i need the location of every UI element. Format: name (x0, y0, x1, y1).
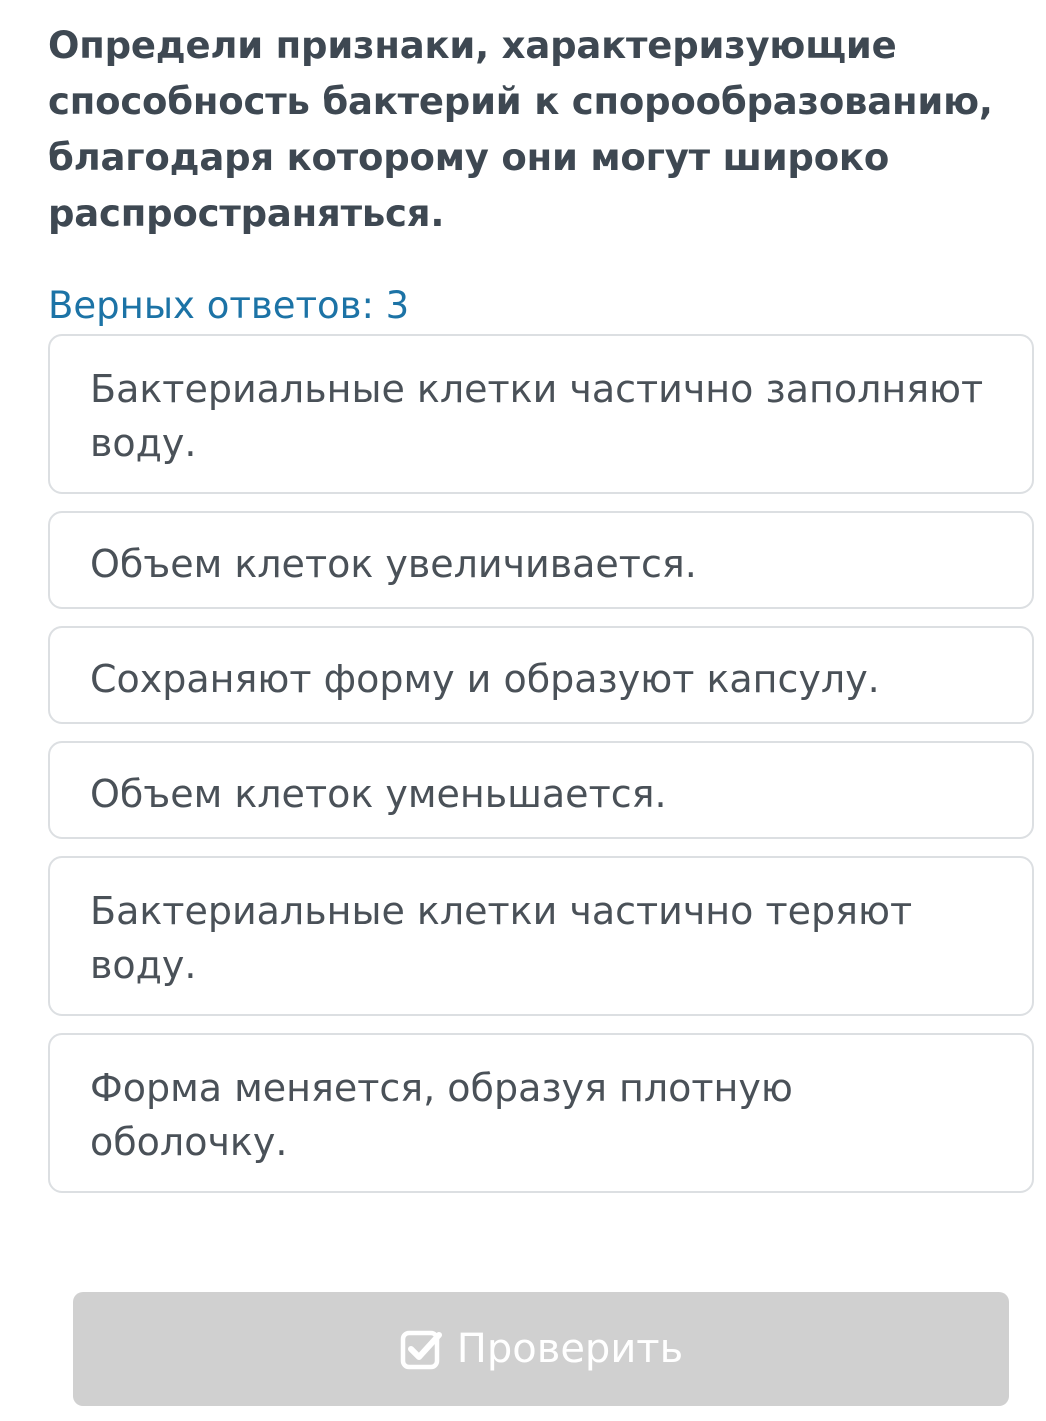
answer-options-list: Бактериальные клетки частично заполняют … (48, 334, 1034, 1193)
answer-option[interactable]: Бактериальные клетки частично теряют вод… (48, 856, 1034, 1016)
answer-option[interactable]: Объем клеток уменьшается. (48, 741, 1034, 839)
question-text: Определи признаки, характеризующие спосо… (48, 24, 993, 235)
check-button-label: Проверить (456, 1326, 684, 1372)
answer-option[interactable]: Объем клеток увеличивается. (48, 511, 1034, 609)
answer-option-label: Бактериальные клетки частично теряют вод… (90, 889, 913, 987)
answer-option-label: Объем клеток увеличивается. (90, 542, 697, 586)
check-button[interactable]: Проверить (73, 1292, 1009, 1406)
answer-option-label: Сохраняют форму и образуют капсулу. (90, 657, 880, 701)
correct-answers-count: Верных ответов: 3 (48, 284, 410, 327)
answer-option-label: Форма меняется, образуя плотную оболочку… (90, 1066, 793, 1164)
answer-option[interactable]: Бактериальные клетки частично заполняют … (48, 334, 1034, 494)
answer-option-label: Бактериальные клетки частично заполняют … (90, 367, 984, 465)
checkbox-checked-icon (399, 1327, 443, 1371)
answer-option-label: Объем клеток уменьшается. (90, 772, 667, 816)
answer-option[interactable]: Форма меняется, образуя плотную оболочку… (48, 1033, 1034, 1193)
answer-option[interactable]: Сохраняют форму и образуют капсулу. (48, 626, 1034, 724)
